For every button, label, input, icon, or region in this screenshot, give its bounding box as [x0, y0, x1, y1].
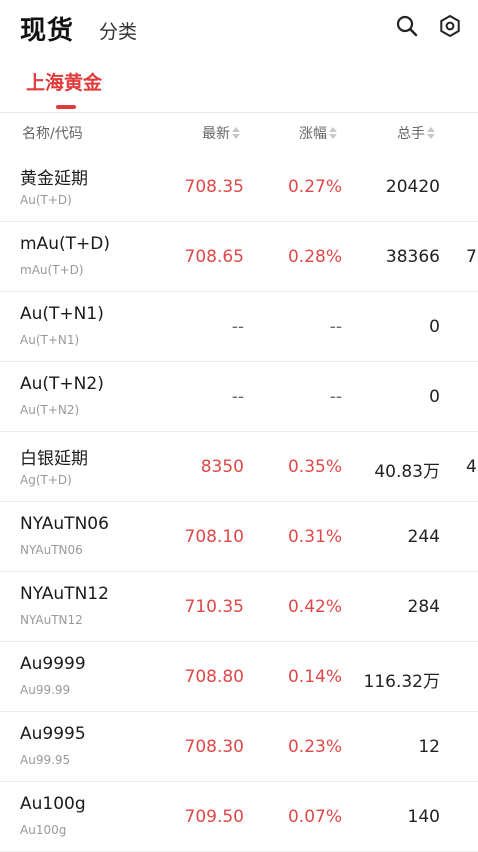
sort-icon — [232, 126, 240, 140]
column-latest[interactable]: 最新 — [202, 123, 240, 143]
top-bar: 现货 分类 — [0, 0, 478, 58]
column-change-label: 涨幅 — [299, 126, 327, 142]
row-change: 0.23% — [287, 737, 342, 757]
row-extra: 40 — [466, 457, 478, 477]
row-change: 0.28% — [287, 247, 342, 267]
row-code: Au(T+N2) — [20, 403, 80, 417]
market-tabs: 上海黄金 — [0, 62, 478, 113]
tab-shanghai-gold[interactable]: 上海黄金 — [26, 68, 102, 95]
row-name: NYAuTN12 — [20, 584, 109, 604]
row-name: Au9995 — [20, 724, 86, 744]
row-code: Au(T+D) — [20, 193, 72, 207]
table-row[interactable]: Au9995 Au99.95 708.30 0.23% 12 — [0, 712, 478, 782]
row-volume: 284 — [407, 597, 440, 617]
quote-list: 黄金延期 Au(T+D) 708.35 0.27% 20420 mAu(T+D)… — [0, 152, 478, 852]
row-change: -- — [329, 317, 342, 337]
row-latest: 710.35 — [184, 597, 244, 617]
row-name: mAu(T+D) — [20, 234, 110, 254]
row-latest: -- — [231, 387, 244, 407]
row-code: mAu(T+D) — [20, 263, 84, 277]
row-change: 0.14% — [287, 667, 342, 687]
table-row[interactable]: NYAuTN12 NYAuTN12 710.35 0.42% 284 — [0, 572, 478, 642]
row-volume: 20420 — [385, 177, 440, 197]
row-change: 0.42% — [287, 597, 342, 617]
row-volume: 12 — [418, 737, 440, 757]
settings-icon[interactable] — [437, 13, 463, 39]
row-name: Au(T+N1) — [20, 304, 104, 324]
row-volume: 116.32万 — [363, 672, 440, 692]
table-row[interactable]: mAu(T+D) mAu(T+D) 708.65 0.28% 38366 7 — [0, 222, 478, 292]
row-name: 白银延期 — [20, 449, 88, 469]
row-volume: 244 — [407, 527, 440, 547]
row-latest: 8350 — [200, 457, 244, 477]
row-change: 0.35% — [287, 457, 342, 477]
row-latest: 708.35 — [184, 177, 244, 197]
tab-active-indicator — [56, 105, 76, 109]
column-volume-label: 总手 — [397, 126, 425, 142]
row-name: 黄金延期 — [20, 169, 88, 189]
row-code: Au99.99 — [20, 683, 71, 697]
search-icon[interactable] — [394, 13, 420, 39]
row-latest: 708.30 — [184, 737, 244, 757]
row-volume: 0 — [429, 317, 440, 337]
table-row[interactable]: Au9999 Au99.99 708.80 0.14% 116.32万 — [0, 642, 478, 712]
row-volume: 38366 — [385, 247, 440, 267]
row-code: Ag(T+D) — [20, 473, 72, 487]
row-code: Au(T+N1) — [20, 333, 80, 347]
table-row[interactable]: 黄金延期 Au(T+D) 708.35 0.27% 20420 — [0, 152, 478, 222]
page-title: 现货 — [20, 16, 75, 46]
column-change[interactable]: 涨幅 — [299, 123, 337, 143]
row-extra: 7 — [466, 247, 477, 267]
table-row[interactable]: Au100g Au100g 709.50 0.07% 140 — [0, 782, 478, 852]
column-name-label: 名称/代码 — [22, 126, 83, 142]
table-row[interactable]: 白银延期 Ag(T+D) 8350 0.35% 40.83万 40 — [0, 432, 478, 502]
row-change: -- — [329, 387, 342, 407]
row-latest: 708.65 — [184, 247, 244, 267]
row-code: NYAuTN12 — [20, 613, 83, 627]
row-change: 0.07% — [287, 807, 342, 827]
row-code: NYAuTN06 — [20, 543, 83, 557]
row-volume: 140 — [407, 807, 440, 827]
table-header: 名称/代码 最新 涨幅 总手 — [0, 112, 478, 152]
column-latest-label: 最新 — [202, 126, 230, 142]
row-name: Au(T+N2) — [20, 374, 104, 394]
table-row[interactable]: NYAuTN06 NYAuTN06 708.10 0.31% 244 — [0, 502, 478, 572]
row-volume: 40.83万 — [374, 462, 440, 482]
sort-icon — [329, 126, 337, 140]
row-change: 0.31% — [287, 527, 342, 547]
row-latest: 709.50 — [184, 807, 244, 827]
row-latest: -- — [231, 317, 244, 337]
row-change: 0.27% — [287, 177, 342, 197]
column-volume[interactable]: 总手 — [397, 123, 435, 143]
row-name: NYAuTN06 — [20, 514, 109, 534]
table-row[interactable]: Au(T+N2) Au(T+N2) -- -- 0 — [0, 362, 478, 432]
row-name: Au9999 — [20, 654, 86, 674]
sort-icon — [427, 126, 435, 140]
row-volume: 0 — [429, 387, 440, 407]
table-row[interactable]: Au(T+N1) Au(T+N1) -- -- 0 — [0, 292, 478, 362]
row-name: Au100g — [20, 794, 86, 814]
row-latest: 708.80 — [184, 667, 244, 687]
row-code: Au99.95 — [20, 753, 71, 767]
row-code: Au100g — [20, 823, 67, 837]
category-button[interactable]: 分类 — [99, 17, 137, 44]
column-name-code: 名称/代码 — [22, 123, 83, 143]
row-latest: 708.10 — [184, 527, 244, 547]
